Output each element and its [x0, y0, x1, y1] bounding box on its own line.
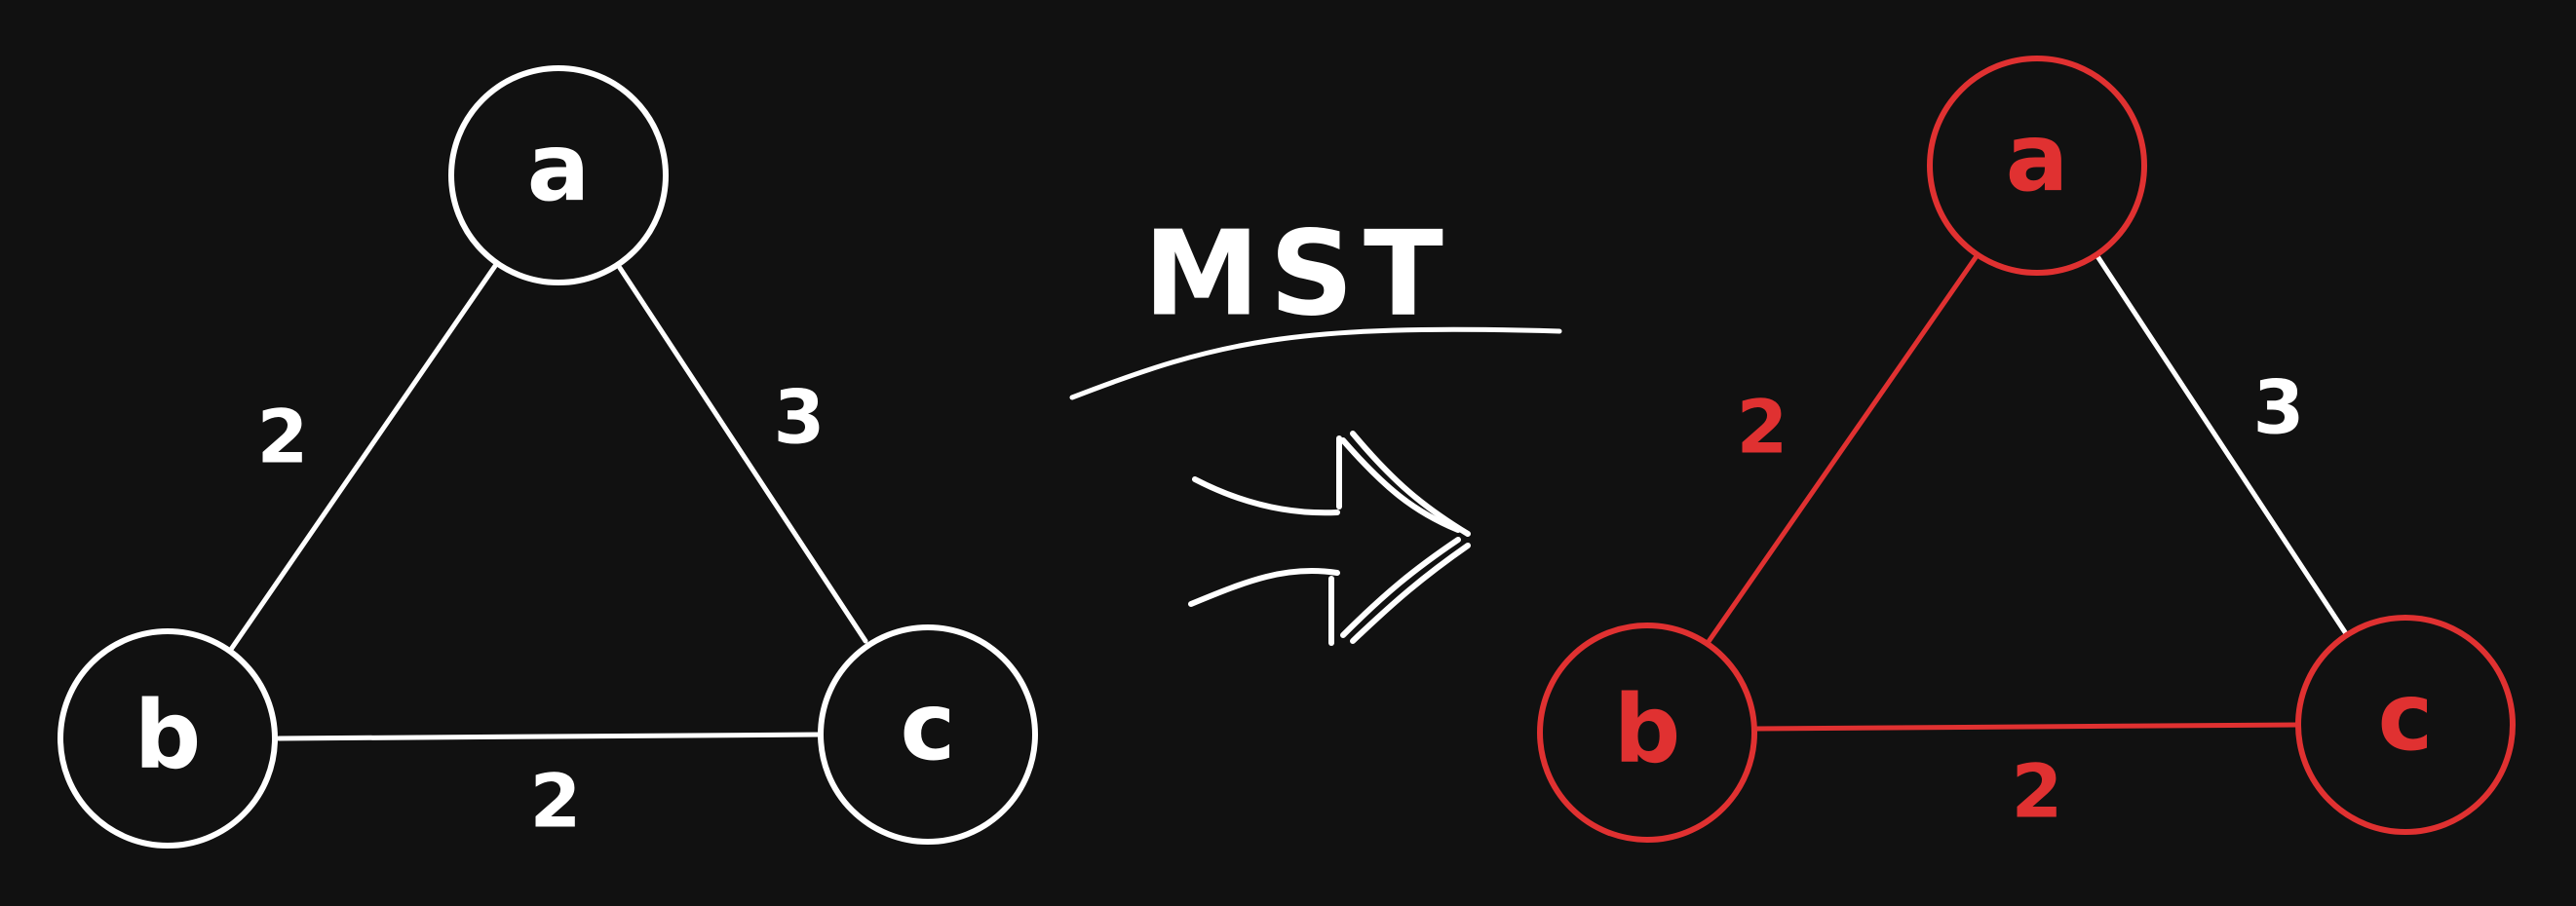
node-b-label: b	[135, 681, 202, 790]
mst-node-b-label: b	[1614, 675, 1681, 784]
edge-weight-a-b: 2	[257, 394, 309, 480]
node-c-label: c	[901, 672, 956, 781]
mst-edge-weight-b-c: 2	[2012, 748, 2063, 835]
mst-node-a-label: a	[2006, 103, 2069, 212]
edge-weight-a-c: 3	[774, 374, 826, 461]
node-a-label: a	[527, 113, 591, 222]
mst-diagram: 2 3 2 a b c MST 2 3 2 a b c	[0, 0, 2576, 906]
edge-weight-b-c: 2	[530, 758, 582, 845]
mst-edge-weight-a-c: 3	[2253, 364, 2305, 451]
mst-node-c-label: c	[2378, 662, 2434, 772]
mst-edge-weight-a-b: 2	[1737, 384, 1788, 471]
mst-title: MST	[1143, 208, 1453, 343]
background	[0, 0, 2576, 906]
